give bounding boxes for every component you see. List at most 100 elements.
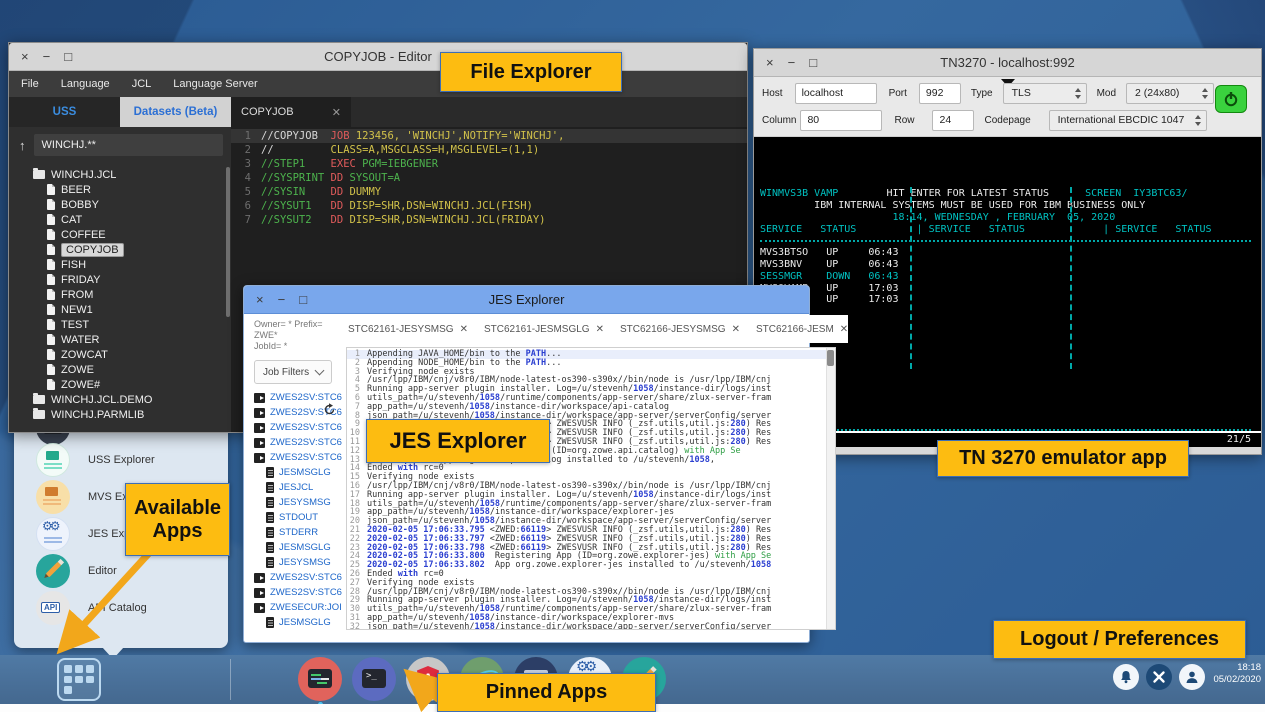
spool-file-item[interactable]: JESMSGLG (254, 540, 342, 555)
job-item[interactable]: ZWES2SV:STC6 (254, 435, 342, 450)
user-button[interactable] (1179, 664, 1205, 690)
job-icon (254, 438, 265, 448)
type-select[interactable]: TLS (1003, 83, 1087, 104)
tree-item-coffee[interactable]: COFFEE (9, 227, 231, 242)
tree-item-friday[interactable]: FRIDAY (9, 272, 231, 287)
refresh-icon[interactable] (323, 403, 336, 416)
code-line: 4//SYSPRINT DD SYSOUT=A (231, 171, 747, 185)
file-icon (47, 349, 55, 360)
terminal-line: IBM INTERNAL SYSTEMS MUST BE USED FOR IB… (760, 200, 1255, 212)
editor-titlebar[interactable]: × − □ COPYJOB - Editor (9, 43, 747, 71)
job-item[interactable]: ZWESECUR:JOI (254, 600, 342, 615)
log-scrollbar[interactable] (826, 348, 835, 629)
tab-close-icon[interactable]: ✕ (596, 324, 604, 335)
tab-close-icon[interactable]: ✕ (840, 324, 848, 335)
job-item[interactable]: ZWES2SV:STC6 (254, 450, 342, 465)
tab-close-icon[interactable]: ✕ (332, 106, 341, 119)
job-filters-label: Job Filters (263, 367, 309, 378)
tab-close-icon[interactable]: ✕ (460, 324, 468, 335)
tab-uss[interactable]: USS (9, 97, 120, 127)
tree-item-fish[interactable]: FISH (9, 257, 231, 272)
tree-item-from[interactable]: FROM (9, 287, 231, 302)
tree-item-beer[interactable]: BEER (9, 182, 231, 197)
scrollbar-thumb[interactable] (827, 350, 834, 366)
text-segment: JOB (331, 129, 356, 143)
menu-language[interactable]: Language (61, 78, 110, 90)
tree-item-new1[interactable]: NEW1 (9, 302, 231, 317)
tree-item-bobby[interactable]: BOBBY (9, 197, 231, 212)
tree-item-zowe#[interactable]: ZOWE# (9, 377, 231, 392)
job-filters-dropdown[interactable]: Job Filters (254, 360, 332, 384)
launcher-item-uss-explorer[interactable]: USS Explorer (14, 442, 228, 478)
launcher-item-api-catalog[interactable]: API Catalog (14, 590, 228, 626)
spool-file-item[interactable]: JESYSMSG (254, 555, 342, 570)
row-input[interactable]: 24 (932, 110, 974, 131)
tree-scrollbar[interactable] (226, 167, 230, 317)
jes-titlebar[interactable]: × − □ JES Explorer (244, 286, 809, 314)
tree-item-label: WINCHJ.PARMLIB (51, 409, 144, 421)
terminal-line: MVS3BTSO UP 06:43 (760, 247, 1255, 259)
text-segment: HIT ENTER FOR LATEST STATUS (838, 188, 1085, 199)
text-segment: DD (331, 199, 350, 213)
tree-item-winchj.jcl[interactable]: WINCHJ.JCL (9, 167, 231, 182)
job-item[interactable]: ZWES2SV:STC6 (254, 420, 342, 435)
editor-tab-copyjob[interactable]: COPYJOB ✕ (231, 97, 351, 127)
file-icon (47, 364, 55, 375)
mod-select[interactable]: 2 (24x80) (1126, 83, 1214, 104)
spool-file-item[interactable]: JESMSGLG (254, 615, 342, 630)
jes-log-panel[interactable]: 1Appending JAVA_HOME/bin to the PATH...2… (346, 347, 836, 630)
dataset-filter-input[interactable]: WINCHJ.** (34, 134, 224, 156)
tn3270-app-button[interactable] (298, 657, 342, 701)
tree-item-test[interactable]: TEST (9, 317, 231, 332)
job-item-label: JESJCL (279, 482, 313, 493)
port-input[interactable]: 992 (919, 83, 961, 104)
menu-jcl[interactable]: JCL (132, 78, 152, 90)
annotation-file-explorer: File Explorer (440, 52, 622, 92)
text-segment: 1058 (751, 561, 771, 570)
jes-tab-stc62166-jesysmsg[interactable]: STC62166-JESYSMSG✕ (620, 324, 740, 335)
tree-item-cat[interactable]: CAT (9, 212, 231, 227)
job-log: 1Appending JAVA_HOME/bin to the PATH...2… (347, 350, 835, 630)
spool-file-item[interactable]: JESJCL (254, 480, 342, 495)
tree-item-winchj.parmlib[interactable]: WINCHJ.PARMLIB (9, 407, 231, 422)
column-input[interactable]: 80 (800, 110, 882, 131)
tree-item-zowe[interactable]: ZOWE (9, 362, 231, 377)
host-input[interactable]: localhost (795, 83, 877, 104)
notifications-button[interactable] (1113, 664, 1139, 690)
up-arrow-icon[interactable]: ↑ (19, 138, 26, 153)
spool-file-item[interactable]: STDOUT (254, 510, 342, 525)
jes-tab-stc62161-jesmsglg[interactable]: STC62161-JESMSGLG✕ (484, 324, 604, 335)
text-segment: 18:14, WEDNESDAY , FEBRUARY 05, 2020 (760, 212, 1115, 223)
job-item-label: JESYSMSG (279, 557, 331, 568)
power-button[interactable] (1215, 85, 1247, 113)
tree-item-copyjob[interactable]: COPYJOB (9, 242, 231, 257)
tree-item-winchj.jcl.demo[interactable]: WINCHJ.JCL.DEMO (9, 392, 231, 407)
job-item[interactable]: ZWES2SV:STC6 (254, 570, 342, 585)
personalization-button[interactable] (1146, 664, 1172, 690)
tree-item-zowcat[interactable]: ZOWCAT (9, 347, 231, 362)
text-segment: MVS3BNV UP 06:43 (760, 259, 898, 270)
menu-language-server[interactable]: Language Server (173, 78, 257, 90)
jes-tab-stc62161-jesysmsg[interactable]: STC62161-JESYSMSG✕ (348, 324, 468, 335)
spool-file-item[interactable]: JESMSGLG (254, 465, 342, 480)
menu-file[interactable]: File (21, 78, 39, 90)
spool-file-item[interactable]: STDERR (254, 525, 342, 540)
job-item[interactable]: ZWES2SV:STC6 (254, 585, 342, 600)
tn3270-window-title: TN3270 - localhost:992 (754, 55, 1261, 70)
tab-close-icon[interactable]: ✕ (732, 324, 740, 335)
clock[interactable]: 18:18 05/02/2020 (1213, 662, 1261, 686)
launcher-item-editor[interactable]: Editor (14, 553, 228, 589)
code-line: 7//SYSUT2 DD DISP=SHR,DSN=WINCHJ.JCL(FRI… (231, 213, 747, 227)
tree-item-water[interactable]: WATER (9, 332, 231, 347)
tn3270-titlebar[interactable]: × − □ TN3270 - localhost:992 (754, 49, 1261, 77)
tools-icon (1152, 670, 1166, 684)
start-button[interactable] (57, 658, 101, 701)
editor-tabstrip: COPYJOB ✕ (231, 97, 747, 127)
tab-datasets[interactable]: Datasets (Beta) (120, 97, 231, 127)
codepage-select[interactable]: International EBCDIC 1047 (1049, 110, 1207, 131)
vt-terminal-app-button[interactable] (352, 657, 396, 701)
jes-tab-stc62166-jesm[interactable]: STC62166-JESM✕ (756, 324, 848, 335)
uss-app-icon (36, 443, 70, 477)
spool-file-item[interactable]: JESYSMSG (254, 495, 342, 510)
dataset-tree: WINCHJ.JCLBEERBOBBYCATCOFFEECOPYJOBFISHF… (9, 167, 231, 422)
